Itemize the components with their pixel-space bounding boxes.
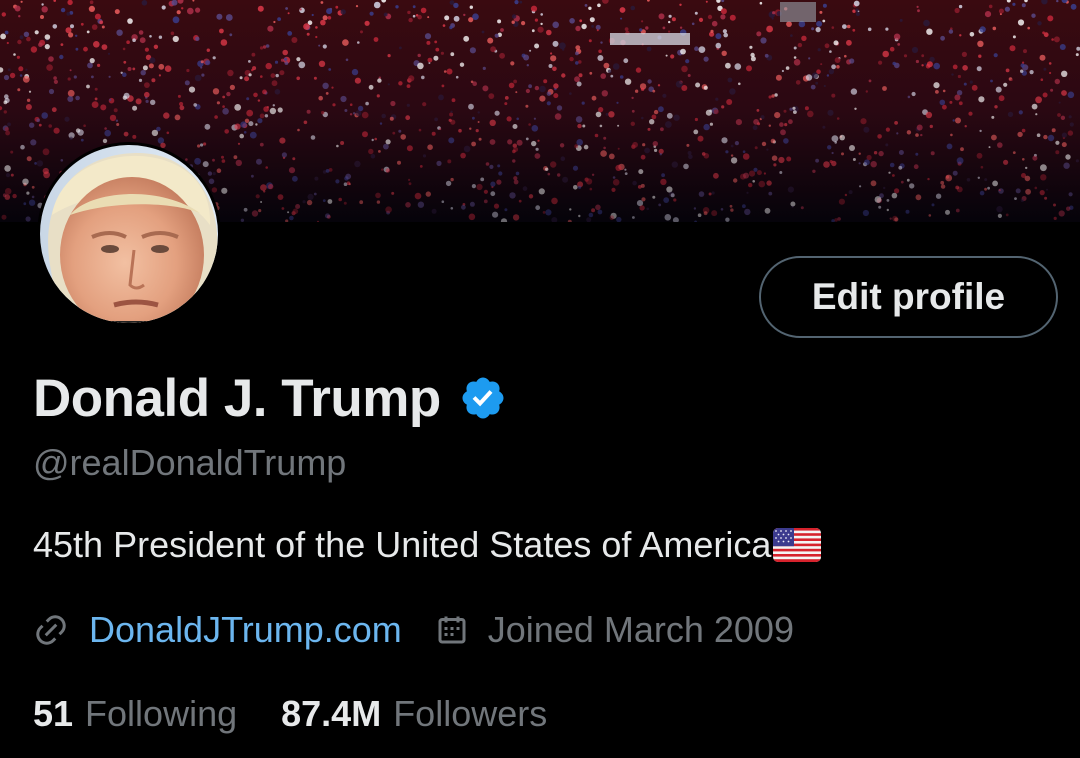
edit-profile-button[interactable]: Edit profile (759, 256, 1058, 338)
following-stat[interactable]: 51 Following (33, 693, 237, 735)
bio: 45th President of the United States of A… (33, 524, 822, 566)
following-label: Following (85, 693, 238, 734)
display-name: Donald J. Trump (33, 368, 441, 428)
profile-meta-row: DonaldJTrump.com Joined March 2009 (33, 606, 794, 654)
bio-text: 45th President of the United States of A… (33, 524, 772, 565)
verified-badge-icon[interactable] (459, 374, 507, 422)
followers-stat[interactable]: 87.4M Followers (281, 693, 547, 735)
following-count: 51 (33, 693, 74, 734)
user-handle: @realDonaldTrump (33, 442, 347, 483)
website-link[interactable]: DonaldJTrump.com (89, 609, 402, 651)
us-flag-icon (773, 528, 822, 562)
followers-label: Followers (393, 693, 548, 734)
follow-stats: 51 Following 87.4M Followers (33, 690, 547, 738)
calendar-icon (434, 612, 470, 648)
followers-count: 87.4M (281, 693, 382, 734)
link-icon (33, 612, 69, 648)
avatar[interactable] (40, 145, 218, 323)
profile-page: Edit profile Donald J. Trump @realDonald… (0, 0, 1080, 758)
name-row: Donald J. Trump (33, 365, 507, 431)
joined-date: Joined March 2009 (487, 609, 794, 650)
